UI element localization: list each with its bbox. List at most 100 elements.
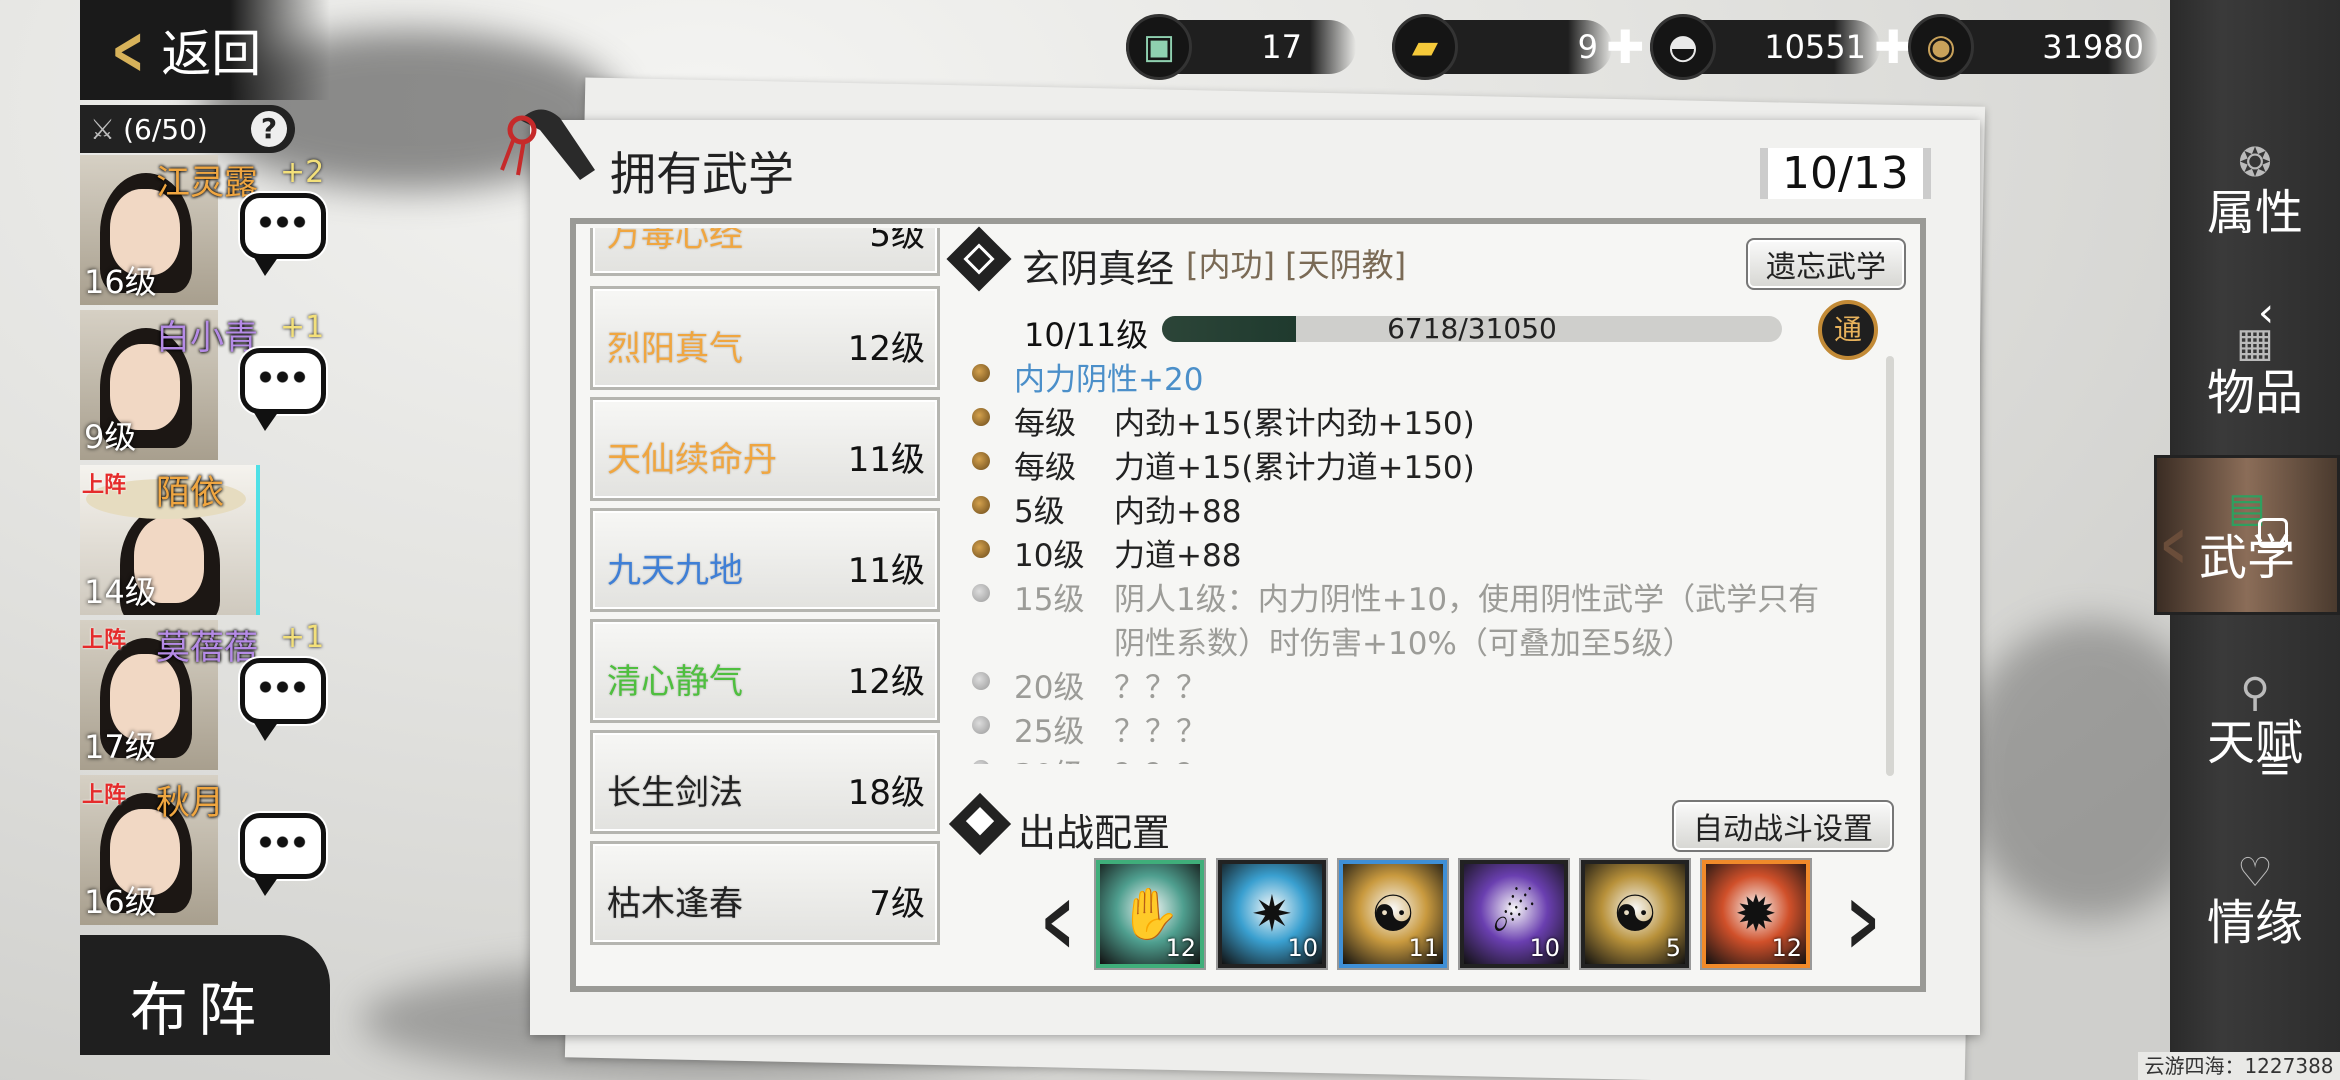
effect-text: ？？？: [1114, 670, 1207, 706]
effect-level: 15级: [1014, 582, 1085, 618]
battle-skill-slot[interactable]: ✷ 10: [1218, 860, 1326, 968]
roster-count: ⚔ (6/50) ?: [80, 105, 295, 153]
menu-label: 物品: [2206, 365, 2303, 421]
roster-icon: ⚔: [90, 112, 116, 146]
battle-skill-slot[interactable]: ☯ 11: [1339, 860, 1447, 968]
character-card-selected[interactable]: 上阵 陌依 14级: [80, 465, 330, 615]
skill-tags: [内功] [天阴教]: [1186, 246, 1407, 284]
effect-text: 内劲+15(累计内劲+150): [1114, 406, 1475, 442]
character-level: 14级: [84, 573, 157, 611]
right-menu: ❂ 属性 ▦ 物品 ▤ 武学 ⚲ 天赋 ♡ 情缘: [2154, 0, 2340, 1080]
chat-bubble-icon[interactable]: [240, 658, 326, 741]
character-card[interactable]: 上阵 秋月 16级: [80, 775, 330, 925]
menu-label: 情缘: [2206, 895, 2303, 951]
battle-config-title: 出战配置: [1018, 811, 1171, 855]
formation-button[interactable]: 布阵: [80, 935, 330, 1055]
copper-coin-icon: ◉: [1908, 14, 1974, 80]
skill-list[interactable]: 万毒心经 5级 烈阳真气 12级 天仙续命丹 11级 九天九地 11级 清心静气 12级 …: [590, 228, 940, 988]
roster-count-text: (6/50): [123, 112, 208, 146]
character-card[interactable]: 白小青 +1 9级: [80, 310, 330, 460]
battle-skill-slot[interactable]: ✹ 12: [1702, 860, 1810, 968]
back-chevron-icon: <: [111, 11, 145, 89]
skill-level: 11级: [847, 551, 925, 591]
skill-item[interactable]: 长生剑法 18级: [590, 730, 940, 834]
bullet-icon: [972, 452, 990, 470]
slot-level: 10: [1287, 934, 1318, 962]
resource-gold: ▰ 9 ✚: [1392, 14, 1652, 80]
skill-item[interactable]: 天仙续命丹 11级: [590, 397, 940, 501]
character-card[interactable]: 江灵露 +2 16级: [80, 155, 330, 305]
chat-bubble-icon[interactable]: [240, 193, 326, 276]
effect-text: 阴人1级：内力阴性+10，使用阴性武学（武学只有: [1114, 582, 1820, 618]
character-name: 江灵露: [156, 163, 258, 203]
bullet-icon: [972, 364, 990, 382]
bullet-icon: [972, 540, 990, 558]
skill-detail-name: 玄阴真经: [1022, 247, 1175, 291]
on-stage-tag: 上阵: [82, 783, 127, 808]
add-gold-button[interactable]: ✚: [1606, 20, 1645, 74]
on-stage-tag: 上阵: [82, 473, 127, 498]
character-bonus: +1: [280, 620, 325, 655]
skill-effects-list[interactable]: 内力阴性+20 每级 内劲+15(累计内劲+150) 每级 力道+15(累计力道+150…: [970, 354, 1870, 764]
character-level: 17级: [84, 728, 157, 766]
character-card[interactable]: 上阵 莫蓓蓓 +1 17级: [80, 620, 330, 770]
mastery-badge[interactable]: 通: [1818, 300, 1878, 360]
effect-text: 内劲+88: [1114, 494, 1242, 530]
add-silver-button[interactable]: ✚: [1874, 20, 1913, 74]
system-home-icon[interactable]: [2258, 518, 2288, 548]
menu-attributes[interactable]: ❂ 属性: [2170, 110, 2340, 270]
effect-level: 20级: [1014, 670, 1085, 706]
menu-talent[interactable]: ⚲ 天赋: [2170, 640, 2340, 800]
skill-level: 11级: [847, 440, 925, 480]
effect-level: 30级: [1014, 750, 1084, 764]
back-button[interactable]: < 返回: [80, 0, 330, 100]
auto-battle-settings-button[interactable]: 自动战斗设置: [1672, 800, 1894, 852]
system-back-icon[interactable]: ‹: [2258, 290, 2274, 336]
effects-scrollbar[interactable]: [1886, 356, 1894, 776]
on-stage-tag: 上阵: [82, 628, 127, 653]
menu-affinity[interactable]: ♡ 情缘: [2170, 820, 2340, 980]
skill-name: 长生剑法: [607, 773, 743, 813]
effect-level: 内力阴性+20: [1014, 362, 1204, 398]
effect-level: 每级: [1014, 406, 1076, 442]
bullet-icon: [972, 584, 990, 602]
next-arrow-icon[interactable]: >: [1847, 872, 1879, 970]
character-level: 16级: [84, 263, 157, 301]
slot-level: 11: [1408, 934, 1439, 962]
resource-chest: ▣ 17: [1126, 14, 1356, 80]
chat-bubble-icon[interactable]: [240, 348, 326, 431]
battle-skill-slot[interactable]: ☄ 10: [1460, 860, 1568, 968]
character-level: 9级: [84, 418, 137, 456]
previous-arrow-icon[interactable]: <: [1041, 872, 1073, 970]
effect-text: 力道+15(累计力道+150): [1114, 450, 1475, 486]
system-menu-icon[interactable]: ≡: [2258, 742, 2292, 788]
effect-level: 5级: [1014, 494, 1065, 530]
battle-skill-slot[interactable]: ☯ 5: [1581, 860, 1689, 968]
skill-name: 枯木逢春: [607, 884, 743, 924]
skill-item[interactable]: 枯木逢春 7级: [590, 841, 940, 945]
affinity-heart-icon: ♡: [2237, 850, 2273, 896]
effect-level: 10级: [1014, 538, 1085, 574]
skill-item[interactable]: 烈阳真气 12级: [590, 286, 940, 390]
character-name: 陌依: [156, 473, 224, 513]
skill-level: 18级: [847, 773, 925, 813]
skill-level: 12级: [847, 329, 925, 369]
battle-skill-slot[interactable]: ✋ 12: [1096, 860, 1204, 968]
skill-item[interactable]: 清心静气 12级: [590, 619, 940, 723]
resource-copper: ◉ 31980: [1908, 14, 2158, 80]
skill-item[interactable]: 万毒心经 5级: [590, 228, 940, 276]
skill-item[interactable]: 九天九地 11级: [590, 508, 940, 612]
bullet-icon: [972, 760, 990, 764]
auto-battle-label: 自动战斗设置: [1693, 812, 1873, 847]
character-sidebar: < 返回 ⚔ (6/50) ? 江灵露 +2 16级 白小青 +1 9级 上阵 …: [80, 0, 330, 1080]
menu-items[interactable]: ▦ 物品: [2170, 290, 2340, 450]
forget-skill-button[interactable]: 遗忘武学: [1746, 238, 1906, 290]
gold-bar-icon: ▰: [1392, 14, 1458, 80]
slot-level: 5: [1665, 934, 1681, 962]
watermark-text: 云游四海：1227388: [2138, 1052, 2340, 1080]
chat-bubble-icon[interactable]: [240, 813, 326, 896]
character-name: 莫蓓蓓: [156, 628, 258, 668]
resource-silver: ◓ 10551 ✚: [1650, 14, 1920, 80]
help-button[interactable]: ?: [251, 111, 287, 147]
skill-name: 九天九地: [607, 551, 743, 591]
